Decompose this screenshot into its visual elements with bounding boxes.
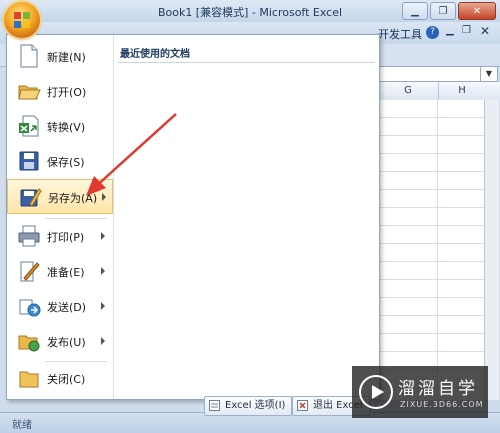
excel-options-button[interactable]: Excel 选项(I)	[204, 396, 293, 416]
printer-icon	[18, 225, 40, 247]
column-header-g[interactable]: G	[376, 82, 439, 100]
new-document-icon	[20, 44, 38, 68]
status-text: 就绪	[12, 420, 32, 431]
restore-button[interactable]: ❐	[430, 2, 456, 20]
menu-item-print[interactable]: 打印(P)	[7, 219, 113, 254]
submenu-arrow-icon	[101, 302, 105, 310]
menu-item-label: 发送(D)	[47, 301, 87, 314]
menu-item-label: 打开(O)	[47, 86, 87, 99]
formula-expand-button[interactable]: ▼	[480, 66, 498, 82]
menu-item-label: 保存(S)	[47, 156, 85, 169]
watermark-sub-text: ZIXUE.3D66.COM	[400, 400, 484, 409]
recent-divider	[118, 62, 375, 63]
annotation-arrow	[86, 113, 177, 196]
publish-icon	[18, 335, 40, 352]
office-menu-commands: 新建(N) 打开(O) 转换(V) 保存(S) 另存为(A) 打印(P) 准备(…	[7, 35, 114, 399]
submenu-arrow-icon	[101, 267, 105, 275]
prepare-pen-icon	[20, 261, 40, 282]
minimize-button[interactable]: ▁	[402, 2, 428, 20]
menu-item-publish[interactable]: 发布(U)	[7, 324, 113, 359]
worksheet-grid[interactable]	[376, 100, 500, 400]
menu-item-prepare[interactable]: 准备(E)	[7, 254, 113, 289]
recent-documents-panel: 最近使用的文档	[114, 35, 379, 399]
play-logo-icon	[359, 375, 393, 409]
menu-item-label: 准备(E)	[47, 266, 85, 279]
close-folder-icon	[19, 371, 39, 388]
close-button[interactable]: ✕	[458, 2, 496, 20]
open-folder-icon	[18, 85, 41, 100]
watermark-main-text: 溜溜自学	[398, 379, 478, 399]
menu-item-label: 发布(U)	[47, 336, 86, 349]
window-controls: ▁ ❐ ✕	[402, 2, 496, 20]
tab-developer[interactable]: 开发工具	[378, 26, 422, 42]
excel-options-label: Excel 选项(I)	[225, 400, 286, 411]
office-menu: 新建(N) 打开(O) 转换(V) 保存(S) 另存为(A) 打印(P) 准备(…	[6, 34, 380, 400]
watermark: 溜溜自学 ZIXUE.3D66.COM	[352, 366, 488, 418]
menu-item-open[interactable]: 打开(O)	[7, 74, 113, 109]
convert-icon	[19, 115, 39, 137]
office-button[interactable]	[4, 2, 40, 38]
column-header-h[interactable]: H	[438, 82, 485, 100]
workbook-restore-button[interactable]: ❐	[462, 25, 471, 36]
menu-item-close[interactable]: 关闭(C)	[7, 361, 113, 396]
formula-bar[interactable]	[376, 66, 482, 82]
menu-item-send[interactable]: 发送(D)	[7, 289, 113, 324]
menu-item-new[interactable]: 新建(N)	[7, 39, 113, 74]
submenu-arrow-icon	[101, 337, 105, 345]
vertical-scrollbar[interactable]	[484, 100, 499, 400]
workbook-minimize-button[interactable]: ▁	[446, 25, 454, 36]
save-disk-icon	[19, 151, 39, 171]
menu-item-label: 新建(N)	[47, 51, 86, 64]
column-headers: G H	[376, 82, 500, 101]
office-logo-icon	[14, 12, 30, 28]
exit-icon	[297, 400, 308, 411]
menu-item-label: 打印(P)	[47, 231, 85, 244]
options-icon	[209, 400, 220, 411]
save-as-icon	[20, 188, 42, 207]
recent-documents-title: 最近使用的文档	[120, 49, 190, 60]
menu-item-label: 关闭(C)	[47, 373, 86, 386]
help-icon[interactable]: ?	[426, 26, 439, 39]
send-icon	[19, 299, 41, 317]
workbook-close-button[interactable]: ✕	[480, 24, 490, 38]
title-bar: Book1 [兼容模式] - Microsoft Excel ▁ ❐ ✕	[0, 0, 500, 23]
submenu-arrow-icon	[101, 232, 105, 240]
